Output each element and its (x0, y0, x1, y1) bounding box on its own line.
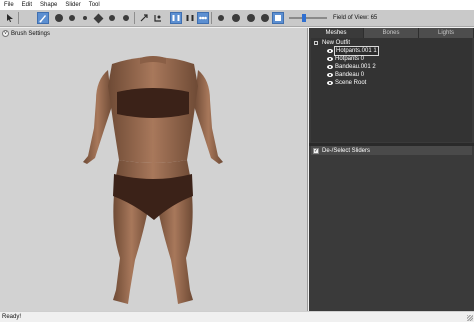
menu-tool[interactable]: Tool (85, 0, 104, 10)
tree-item-label: New Outfit (322, 40, 351, 46)
connected-only-icon[interactable] (184, 12, 196, 24)
tree-item-scene-root[interactable]: Scene Root (311, 79, 472, 87)
field-of-view-label: Field of View: 65 (333, 15, 378, 21)
menu-slider[interactable]: Slider (61, 0, 84, 10)
tree-item-label: Hotpants 0 (335, 56, 365, 62)
menu-bar: File Edit Shape Slider Tool (0, 0, 474, 10)
transform-tool-icon[interactable] (138, 12, 150, 24)
toolbar-separator (211, 12, 212, 24)
3d-viewport[interactable]: v Brush Settings (0, 28, 308, 311)
fov-slider-thumb[interactable] (302, 14, 306, 22)
toolbar: Field of View: 65 (0, 10, 474, 27)
select-sliders-checkbox[interactable]: ✓ (313, 147, 319, 154)
tree-item-bandeau-001[interactable]: Bandeau.001 2 (311, 63, 472, 71)
visibility-eye-icon[interactable] (327, 81, 333, 85)
visibility-eye-icon[interactable] (327, 49, 333, 53)
inflate-tool-icon[interactable] (53, 12, 65, 24)
tree-item-label: Scene Root (335, 80, 367, 86)
menu-edit[interactable]: Edit (18, 0, 36, 10)
menu-file[interactable]: File (0, 0, 18, 10)
select-tool-icon[interactable] (4, 12, 16, 24)
move-tool-icon[interactable] (79, 12, 91, 24)
tree-item-label: Hotpants.001 1 (334, 46, 379, 56)
tree-item-label: Bandeau 0 (335, 72, 365, 78)
tree-item-bandeau[interactable]: Bandeau 0 (311, 71, 472, 79)
shading-flat-icon[interactable] (215, 12, 227, 24)
sliders-header[interactable]: ✓ De-/Select Sliders (311, 146, 472, 155)
outfit-panel: Meshes Bones Lights New Outfit Hotpants.… (309, 28, 474, 311)
tab-bones[interactable]: Bones (364, 28, 419, 38)
wireframe-icon[interactable] (245, 12, 257, 24)
tree-root-item[interactable]: New Outfit (311, 39, 472, 47)
lighting-icon[interactable] (272, 12, 284, 24)
outfit-icon (314, 41, 318, 45)
tab-lights[interactable]: Lights (419, 28, 474, 38)
toolbar-separator (134, 12, 135, 24)
sliders-header-label: De-/Select Sliders (322, 147, 371, 154)
menu-shape[interactable]: Shape (36, 0, 61, 10)
visibility-eye-icon[interactable] (327, 57, 333, 61)
smooth-tool-icon[interactable] (92, 12, 104, 24)
undiff-tool-icon[interactable] (106, 12, 118, 24)
pivot-tool-icon[interactable] (152, 12, 164, 24)
weight-tool-icon[interactable] (197, 12, 209, 24)
status-bar: Ready! (0, 311, 474, 322)
textures-icon[interactable] (259, 12, 271, 24)
status-text: Ready! (2, 314, 22, 320)
x-mirror-icon[interactable] (170, 12, 182, 24)
toolbar-separator (18, 12, 19, 24)
tree-item-hotpants[interactable]: Hotpants 0 (311, 55, 472, 63)
deflate-tool-icon[interactable] (66, 12, 78, 24)
tab-meshes[interactable]: Meshes (309, 28, 364, 38)
tree-item-label: Bandeau.001 2 (335, 64, 376, 70)
mesh-tree: New Outfit Hotpants.001 1 Hotpants 0 Ban… (311, 38, 472, 142)
visibility-eye-icon[interactable] (327, 65, 333, 69)
mask-tool-icon[interactable] (120, 12, 132, 24)
visibility-eye-icon[interactable] (327, 73, 333, 77)
body-model[interactable] (0, 28, 308, 311)
sliders-list (311, 155, 472, 311)
shading-smooth-icon[interactable] (230, 12, 242, 24)
fov-slider-track[interactable] (289, 17, 327, 19)
tree-item-hotpants-001[interactable]: Hotpants.001 1 (311, 46, 472, 56)
brush-tool-icon[interactable] (37, 12, 49, 24)
panel-tabs: Meshes Bones Lights (309, 28, 474, 38)
resize-grip-icon[interactable] (467, 315, 473, 321)
